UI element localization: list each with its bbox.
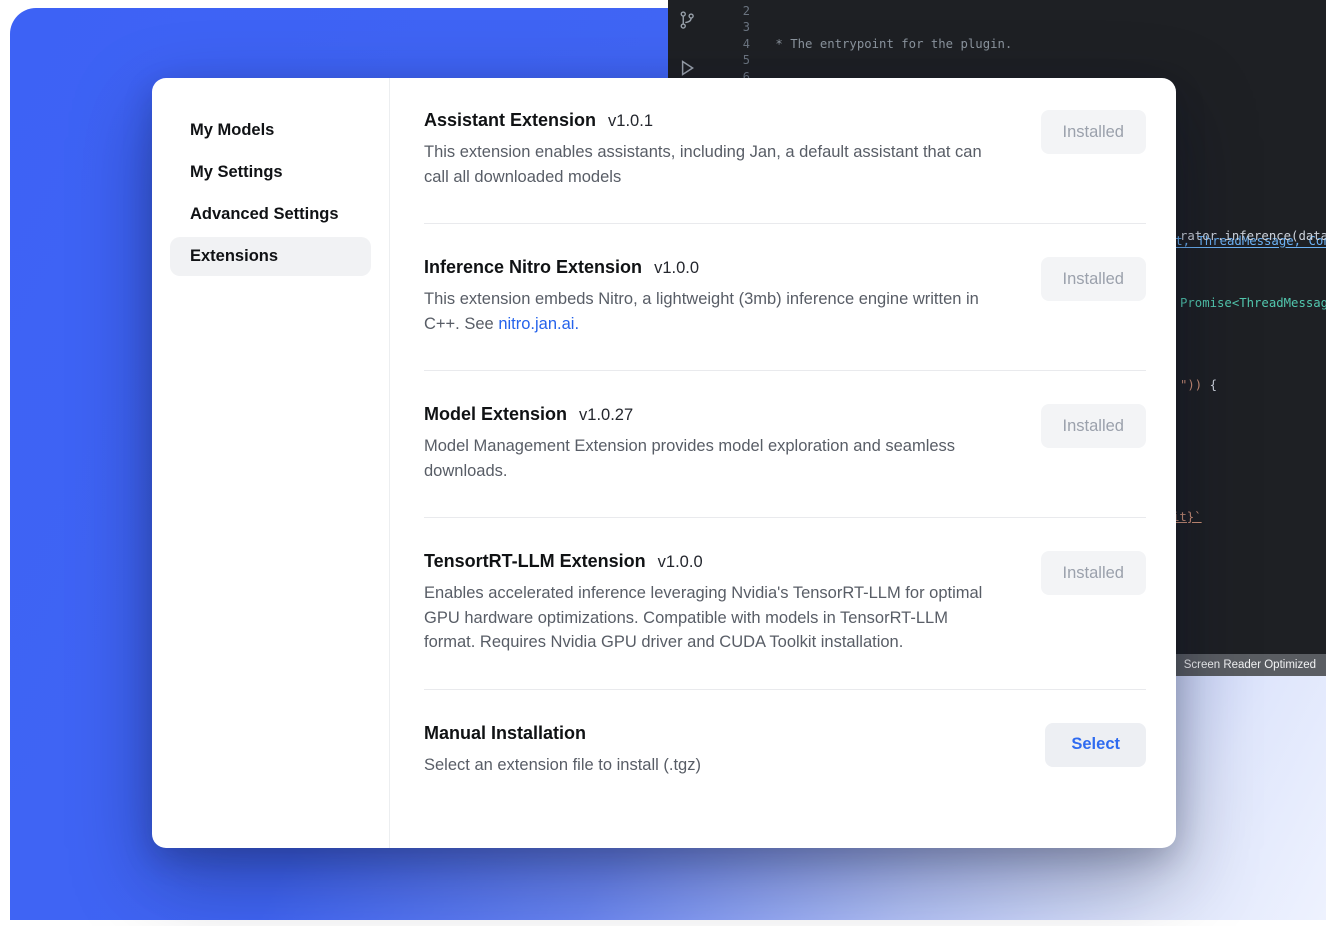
extensions-panel: Assistant Extension v1.0.1 This extension… bbox=[390, 78, 1176, 848]
installed-button[interactable]: Installed bbox=[1041, 110, 1146, 154]
extension-row: Model Extension v1.0.27 Model Management … bbox=[424, 370, 1146, 517]
extension-row: Inference Nitro Extension v1.0.0 This ext… bbox=[424, 223, 1146, 370]
code-fragment: rator.inference(data)); bbox=[1180, 229, 1326, 243]
nitro-jan-ai-link[interactable]: nitro.jan.ai. bbox=[498, 315, 579, 333]
extension-version: v1.0.1 bbox=[608, 112, 653, 130]
code-fragment: ")) { bbox=[1180, 378, 1217, 392]
extension-row: TensortRT-LLM Extension v1.0.0 Enables ac… bbox=[424, 517, 1146, 689]
extension-title: Model Extension bbox=[424, 404, 567, 424]
screen-reader-badge: Screen Reader Optimized bbox=[1174, 654, 1326, 676]
extension-description: This extension embeds Nitro, a lightweig… bbox=[424, 287, 1002, 336]
extension-title: Inference Nitro Extension bbox=[424, 257, 642, 277]
sidebar-item-my-settings[interactable]: My Settings bbox=[170, 153, 371, 192]
settings-modal: My Models My Settings Advanced Settings … bbox=[152, 78, 1176, 848]
code-line-2: * The entrypoint for the plugin. bbox=[768, 36, 1326, 52]
extension-description: Enables accelerated inference leveraging… bbox=[424, 581, 1002, 655]
settings-sidebar: My Models My Settings Advanced Settings … bbox=[152, 78, 390, 848]
source-control-icon bbox=[677, 10, 697, 34]
extension-version: v1.0.0 bbox=[654, 259, 699, 277]
select-button[interactable]: Select bbox=[1045, 723, 1146, 767]
extension-title: TensortRT-LLM Extension bbox=[424, 551, 646, 571]
page: 2 3 4 5 6 * The entrypoint for the plugi… bbox=[0, 0, 1326, 926]
installed-button[interactable]: Installed bbox=[1041, 404, 1146, 448]
extension-version: v1.0.0 bbox=[658, 553, 703, 571]
line-numbers: 2 3 4 5 6 bbox=[704, 3, 750, 85]
extension-description: This extension enables assistants, inclu… bbox=[424, 140, 1002, 189]
extension-version: v1.0.27 bbox=[579, 406, 633, 424]
code-fragment: it}` bbox=[1172, 510, 1202, 524]
installed-button[interactable]: Installed bbox=[1041, 551, 1146, 595]
sidebar-item-advanced-settings[interactable]: Advanced Settings bbox=[170, 195, 371, 234]
extension-title: Assistant Extension bbox=[424, 110, 596, 130]
manual-installation-description: Select an extension file to install (.tg… bbox=[424, 753, 701, 778]
extension-row: Assistant Extension v1.0.1 This extension… bbox=[424, 110, 1146, 223]
sidebar-item-extensions[interactable]: Extensions bbox=[170, 237, 371, 276]
manual-installation-title: Manual Installation bbox=[424, 723, 586, 743]
installed-button[interactable]: Installed bbox=[1041, 257, 1146, 301]
sidebar-item-my-models[interactable]: My Models bbox=[170, 111, 371, 150]
manual-installation-row: Manual Installation Select an extension … bbox=[424, 689, 1146, 812]
code-fragment: Promise<ThreadMessage> bbox=[1180, 296, 1326, 310]
extension-description: Model Management Extension provides mode… bbox=[424, 434, 1002, 483]
